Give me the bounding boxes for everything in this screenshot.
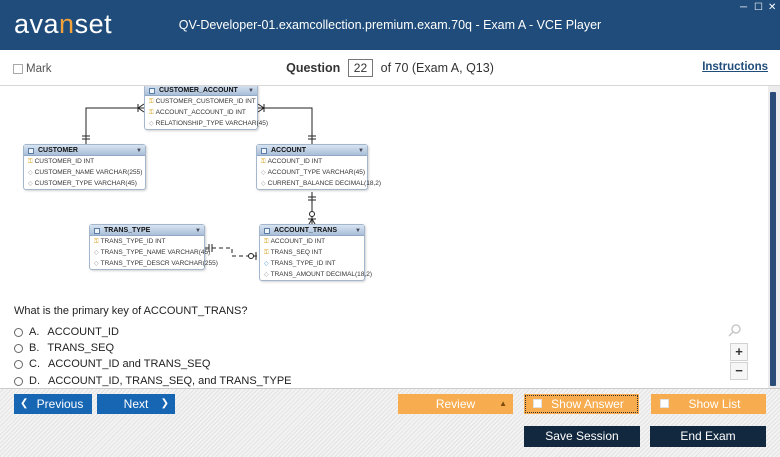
- question-label: Question: [286, 61, 341, 75]
- table-icon: [94, 227, 100, 234]
- answer-option-b[interactable]: B. TRANS_SEQ: [14, 342, 114, 354]
- minimize-icon[interactable]: ─: [740, 3, 747, 13]
- chevron-down-icon: ▼: [195, 227, 201, 234]
- table-field: ◇ TRANS_TYPE_NAME VARCHAR(45): [94, 249, 211, 256]
- table-icon: [261, 147, 267, 154]
- question-text: What is the primary key of ACCOUNT_TRANS…: [14, 305, 248, 317]
- question-number-input[interactable]: 22: [347, 59, 374, 77]
- chevron-down-icon: ▼: [358, 147, 364, 154]
- chevron-down-icon: ▼: [248, 87, 254, 94]
- table-field: ◇ CURRENT_BALANCE DECIMAL(18,2): [261, 180, 382, 187]
- table-name: CUSTOMER: [38, 147, 78, 154]
- key-icon: ⚿: [149, 110, 154, 116]
- table-field: ⚿ CUSTOMER_ID INT: [28, 158, 95, 165]
- table-field: ◇ CUSTOMER_NAME VARCHAR(255): [28, 169, 143, 176]
- diamond-icon: ◇: [261, 181, 266, 187]
- table-field: ◇ TRANS_TYPE_ID INT: [264, 260, 336, 267]
- question-counter: Question 22 of 70 (Exam A, Q13): [0, 59, 780, 77]
- answer-option-c[interactable]: C. ACCOUNT_ID and TRANS_SEQ: [14, 358, 210, 370]
- checkbox-icon: [533, 399, 542, 408]
- table-name: ACCOUNT_TRANS: [274, 227, 337, 234]
- table-customer-account: CUSTOMER_ACCOUNT ▼ ⚿ CUSTOMER_CUSTOMER_ID …: [144, 86, 269, 130]
- table-customer: CUSTOMER ▼ ⚿ CUSTOMER_ID INT ◇ CUSTOMER_NAM…: [23, 144, 146, 190]
- table-field: ◇ CUSTOMER_TYPE VARCHAR(45): [28, 180, 137, 187]
- save-session-button[interactable]: Save Session: [524, 426, 640, 447]
- key-icon: ⚿: [94, 239, 99, 245]
- chevron-down-icon: ▼: [355, 227, 361, 234]
- show-list-button[interactable]: Show List: [651, 394, 766, 414]
- maximize-icon[interactable]: ☐: [754, 3, 763, 13]
- instructions-link[interactable]: Instructions: [702, 61, 768, 73]
- checkbox-icon: [660, 399, 669, 408]
- key-icon: ⚿: [264, 250, 269, 256]
- diamond-icon: ◇: [264, 261, 269, 267]
- table-icon: [264, 227, 270, 234]
- show-answer-button[interactable]: Show Answer: [524, 394, 639, 414]
- end-exam-button[interactable]: End Exam: [650, 426, 766, 447]
- table-icon: [28, 147, 34, 154]
- diamond-icon: ◇: [94, 261, 99, 267]
- key-icon: ⚿: [261, 159, 266, 165]
- relationship-line-customer: [85, 107, 144, 144]
- magnifier-icon: [728, 324, 741, 337]
- table-field: ⚿ ACCOUNT_ID INT: [264, 238, 326, 245]
- zoom-in-button[interactable]: +: [730, 343, 748, 361]
- window-title: QV-Developer-01.examcollection.premium.e…: [178, 18, 602, 32]
- previous-button[interactable]: ❮ Previous: [14, 394, 92, 414]
- question-bar: Mark Question 22 of 70 (Exam A, Q13) Ins…: [0, 50, 780, 86]
- table-name: ACCOUNT: [271, 147, 306, 154]
- table-field: ⚿ TRANS_SEQ INT: [264, 249, 323, 256]
- table-icon: [149, 87, 155, 94]
- scrollbar-thumb[interactable]: [770, 92, 776, 386]
- close-icon[interactable]: ✕: [768, 3, 776, 13]
- title-bar: avanset QV-Developer-01.examcollection.p…: [0, 0, 780, 50]
- caret-up-icon: ▲: [499, 399, 507, 408]
- radio-button[interactable]: [14, 376, 23, 386]
- radio-button[interactable]: [14, 359, 23, 369]
- table-name: CUSTOMER_ACCOUNT: [159, 87, 238, 94]
- diamond-icon: ◇: [28, 181, 33, 187]
- zoom-out-button[interactable]: −: [730, 362, 748, 380]
- chevron-left-icon: ❮: [20, 398, 29, 409]
- key-icon: ⚿: [264, 239, 269, 245]
- question-content: CUSTOMER_ACCOUNT ▼ ⚿ CUSTOMER_CUSTOMER_ID …: [0, 86, 768, 388]
- diamond-icon: ◇: [261, 170, 266, 176]
- radio-button[interactable]: [14, 343, 23, 353]
- next-button[interactable]: Next ❯: [97, 394, 175, 414]
- table-field: ⚿ CUSTOMER_CUSTOMER_ID INT: [149, 98, 256, 105]
- key-icon: ⚿: [149, 99, 154, 105]
- diamond-icon: ◇: [94, 250, 99, 256]
- vertical-scrollbar[interactable]: [768, 86, 780, 388]
- table-trans-type: TRANS_TYPE ▼ ⚿ TRANS_TYPE_ID INT ◇ TRANS_TY…: [89, 224, 218, 270]
- diamond-icon: ◇: [264, 272, 269, 278]
- question-of-total: of 70 (Exam A, Q13): [380, 61, 494, 75]
- table-name: TRANS_TYPE: [104, 227, 151, 234]
- table-field: ◇ TRANS_TYPE_DESCR VARCHAR(255): [94, 260, 218, 267]
- chevron-down-icon: ▼: [136, 147, 142, 154]
- radio-button[interactable]: [14, 327, 23, 337]
- diamond-icon: ◇: [28, 170, 33, 176]
- table-field: ⚿ ACCOUNT_ID INT: [261, 158, 323, 165]
- table-account: ACCOUNT ▼ ⚿ ACCOUNT_ID INT ◇ ACCOUNT_TYPE V…: [256, 144, 382, 190]
- answer-option-d[interactable]: D. ACCOUNT_ID, TRANS_SEQ, and TRANS_TYPE: [14, 375, 292, 387]
- table-field: ◇ TRANS_AMOUNT DECIMAL(18,2): [264, 271, 372, 278]
- review-button[interactable]: Review ▲: [398, 394, 513, 414]
- table-account-trans: ACCOUNT_TRANS ▼ ⚿ ACCOUNT_ID INT ⚿ TRANS_SE…: [259, 224, 372, 281]
- diamond-icon: ◇: [149, 121, 154, 127]
- table-field: ◇ RELATIONSHIP_TYPE VARCHAR(45): [149, 120, 269, 127]
- table-field: ⚿ TRANS_TYPE_ID INT: [94, 238, 166, 245]
- table-field: ⚿ ACCOUNT_ACCOUNT_ID INT: [149, 109, 246, 116]
- answer-option-a[interactable]: A. ACCOUNT_ID: [14, 326, 119, 338]
- chevron-right-icon: ❯: [160, 398, 169, 409]
- key-icon: ⚿: [28, 159, 33, 165]
- table-field: ◇ ACCOUNT_TYPE VARCHAR(45): [261, 169, 366, 176]
